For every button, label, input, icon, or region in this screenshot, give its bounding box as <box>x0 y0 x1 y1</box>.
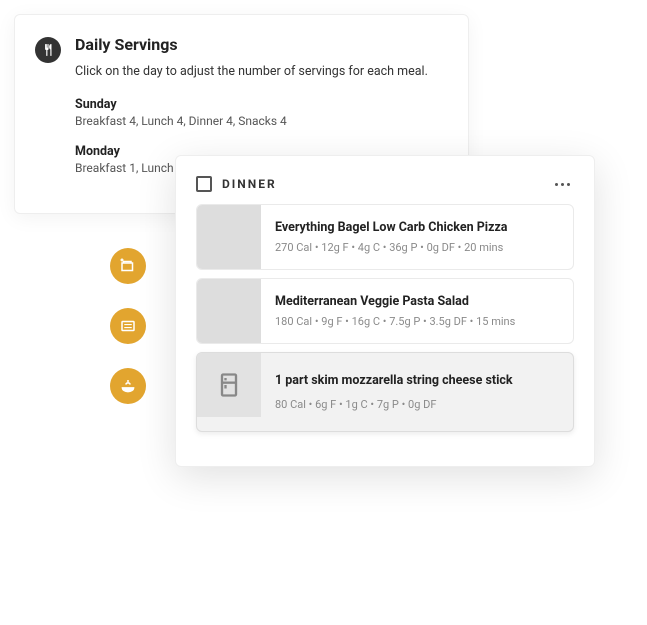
servings-title: Daily Servings <box>75 35 446 54</box>
add-recipe-button[interactable] <box>110 368 146 404</box>
meal-title: DINNER <box>222 177 277 191</box>
recipe-item[interactable]: Mediterranean Veggie Pasta Salad 180 Cal… <box>196 278 574 344</box>
utensils-icon <box>35 37 61 63</box>
add-packaged-food-button[interactable] <box>110 308 146 344</box>
recipe-stats: 270 Cal • 12g F • 4g C • 36g P • 0g DF •… <box>275 241 559 254</box>
recipe-name: Everything Bagel Low Carb Chicken Pizza <box>275 220 559 235</box>
add-leftover-button[interactable] <box>110 248 146 284</box>
recipe-thumbnail <box>197 205 261 269</box>
ingredient-item[interactable]: 1 part skim mozzarella string cheese sti… <box>196 352 574 432</box>
ingredient-name: 1 part skim mozzarella string cheese sti… <box>275 373 559 388</box>
ingredient-stats: 80 Cal • 6g F • 1g C • 7g P • 0g DF <box>275 398 559 411</box>
fridge-icon <box>197 353 261 417</box>
meal-card: DINNER Everything Bagel Low Carb Chicken… <box>175 155 595 467</box>
meal-action-buttons <box>110 248 146 404</box>
day-detail: Breakfast 4, Lunch 4, Dinner 4, Snacks 4 <box>75 114 446 128</box>
more-options-button[interactable] <box>551 179 574 190</box>
meal-header-left: DINNER <box>196 176 277 192</box>
day-name: Sunday <box>75 97 446 112</box>
meal-checkbox[interactable] <box>196 176 212 192</box>
recipe-item[interactable]: Everything Bagel Low Carb Chicken Pizza … <box>196 204 574 270</box>
recipe-stats: 180 Cal • 9g F • 16g C • 7.5g P • 3.5g D… <box>275 315 559 328</box>
servings-description: Click on the day to adjust the number of… <box>75 64 446 79</box>
day-row[interactable]: Sunday Breakfast 4, Lunch 4, Dinner 4, S… <box>75 97 446 128</box>
recipe-thumbnail <box>197 279 261 343</box>
meal-header: DINNER <box>196 176 574 192</box>
recipe-name: Mediterranean Veggie Pasta Salad <box>275 294 559 309</box>
